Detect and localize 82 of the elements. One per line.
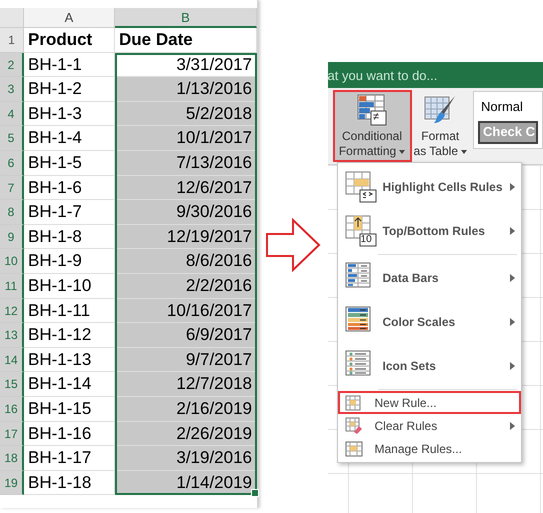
- eraser-icon: [344, 416, 363, 434]
- table-cell: 5/2/2018: [115, 102, 257, 126]
- table-cell: BH-1-9: [24, 249, 115, 274]
- table-cell: BH-1-13: [24, 348, 115, 372]
- row-header[interactable]: 4: [0, 102, 24, 126]
- table-cell: BH-1-17: [24, 446, 115, 471]
- menu-item[interactable]: 10 Top/Bottom Rules: [338, 209, 521, 253]
- table-cell: BH-1-2: [24, 77, 115, 102]
- table-cell: BH-1-14: [24, 372, 115, 397]
- table-cell: 2/2/2016: [115, 274, 257, 299]
- row-header[interactable]: 19: [0, 470, 24, 496]
- dropdown-caret-icon: [461, 150, 467, 154]
- table-cell: BH-1-1: [24, 52, 115, 78]
- table-cell: 2/16/2019: [115, 396, 257, 422]
- table-cell: 6/9/2017: [115, 323, 257, 348]
- row-header[interactable]: 14: [0, 348, 24, 372]
- dropdown-caret-icon: [399, 150, 406, 154]
- table-cell: 10/1/2017: [115, 126, 257, 151]
- row-header[interactable]: 2: [0, 52, 24, 78]
- table-cell: BH-1-12: [24, 323, 115, 348]
- table-cell: Product: [24, 28, 115, 53]
- menu-item[interactable]: Manage Rules...: [338, 437, 521, 460]
- not-equal-sign: ≠: [373, 111, 380, 123]
- menu-item[interactable]: Icon Sets: [338, 344, 521, 388]
- manage-rules-icon: [344, 440, 363, 456]
- table-cell: BH-1-3: [24, 102, 115, 126]
- table-cell: BH-1-11: [24, 298, 115, 324]
- row-header[interactable]: 15: [0, 372, 24, 397]
- table-cell: 12/19/2017: [115, 224, 257, 250]
- table-cell: 9/7/2017: [115, 348, 257, 372]
- conditional-format-icon: [357, 94, 388, 126]
- row-header[interactable]: 9: [0, 224, 24, 250]
- menu-item[interactable]: Color Scales: [338, 300, 521, 344]
- table-cell: BH-1-4: [24, 126, 115, 151]
- row-header[interactable]: 3: [0, 77, 24, 102]
- row-header[interactable]: 13: [0, 323, 24, 348]
- table-cell: 12/7/2018: [115, 372, 257, 397]
- tell-me-text[interactable]: at you want to do...: [328, 68, 438, 82]
- row-header[interactable]: 7: [0, 176, 24, 200]
- row-header[interactable]: 6: [0, 150, 24, 176]
- row-header[interactable]: 11: [0, 274, 24, 299]
- row-header[interactable]: 5: [0, 126, 24, 151]
- table-cell: 2/26/2019: [115, 422, 257, 446]
- table-cell: 12/6/2017: [115, 176, 257, 200]
- row-header[interactable]: 1: [0, 28, 24, 53]
- conditional-formatting-button[interactable]: ≠ Conditional Formatting: [334, 91, 411, 161]
- menu-item[interactable]: Clear Rules: [338, 414, 521, 437]
- table-cell: BH-1-10: [24, 274, 115, 299]
- menu-item[interactable]: Highlight Cells Rules: [338, 165, 521, 209]
- row-header[interactable]: 18: [0, 446, 24, 471]
- cell-style-swatch[interactable]: Check C: [478, 120, 538, 144]
- menu-item[interactable]: Data Bars: [338, 256, 521, 300]
- row-header[interactable]: 17: [0, 422, 24, 446]
- table-cell: 1/13/2016: [115, 77, 257, 102]
- column-header[interactable]: B: [115, 8, 257, 28]
- format-as-table-button[interactable]: Format as Table: [412, 91, 468, 161]
- new-rule-icon: [344, 394, 361, 410]
- menu-item[interactable]: New Rule...: [338, 391, 521, 414]
- row-header[interactable]: 16: [0, 396, 24, 422]
- top-bottom-rules-icon: [344, 215, 377, 247]
- table-cell: BH-1-5: [24, 150, 115, 176]
- table-cell: Due Date: [115, 28, 257, 53]
- fill-handle[interactable]: [251, 489, 259, 498]
- table-cell: 9/30/2016: [115, 200, 257, 225]
- row-header[interactable]: 8: [0, 200, 24, 225]
- rank-label: 10: [360, 234, 372, 245]
- table-cell: 8/6/2016: [115, 249, 257, 274]
- highlight-rules-icon: [344, 171, 377, 203]
- table-cell: BH-1-18: [24, 470, 115, 496]
- table-cell: BH-1-8: [24, 224, 115, 250]
- table-cell: 7/13/2016: [115, 150, 257, 176]
- table-cell: BH-1-7: [24, 200, 115, 225]
- row-header[interactable]: 10: [0, 249, 24, 274]
- table-brush-icon: [424, 94, 456, 126]
- table-cell: BH-1-16: [24, 422, 115, 446]
- row-header[interactable]: 12: [0, 298, 24, 324]
- right-arrow-icon: [264, 218, 321, 272]
- table-cell: BH-1-15: [24, 396, 115, 422]
- table-cell: BH-1-6: [24, 176, 115, 200]
- column-header[interactable]: A: [24, 8, 115, 28]
- table-cell: 3/19/2016: [115, 446, 257, 471]
- table-cell: 10/16/2017: [115, 298, 257, 324]
